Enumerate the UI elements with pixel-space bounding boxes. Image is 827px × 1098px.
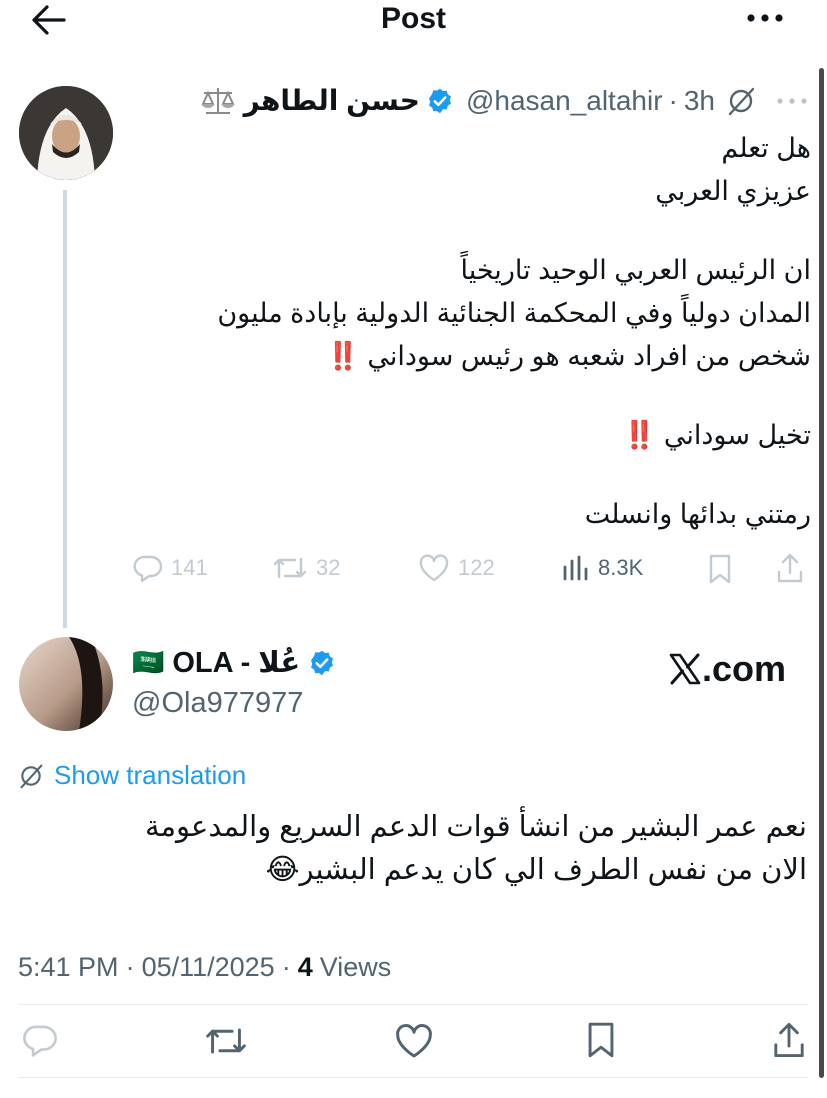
bottom-divider — [18, 1077, 808, 1078]
post-meta: 5:41 PM · 05/11/2025 · 4 Views — [18, 952, 391, 983]
share-icon[interactable] — [771, 1020, 807, 1060]
parent-tweet-text: هل تعلم عزيزي العربي ان الرئيس العربي ال… — [131, 127, 811, 536]
reply-count: 141 — [171, 555, 208, 580]
repost-icon — [272, 553, 308, 583]
scrollbar[interactable] — [819, 68, 824, 1078]
parent-handle[interactable]: @hasan_altahir — [466, 85, 663, 117]
tweet-line: المدان دولياً وفي المحكمة الجنائية الدول… — [217, 298, 811, 328]
tweet-line: نعم عمر البشير من انشأ قوات الدعم السريع… — [144, 811, 807, 843]
reply-tweet-text: نعم عمر البشير من انشأ قوات الدعم السريع… — [17, 806, 807, 892]
reply-avatar[interactable] — [19, 637, 113, 731]
views-stat[interactable]: 8.3K — [562, 553, 643, 583]
reply-display-name[interactable]: OLA - عُلا — [172, 645, 300, 680]
like-stat[interactable]: 122 — [418, 553, 495, 583]
tweet-line: الان من نفس الطرف الي كان يدعم البشير😂 — [17, 849, 807, 892]
more-options-icon[interactable] — [745, 6, 785, 30]
tweet-line-text: شخص من افراد شعبه هو رئيس سوداني — [367, 341, 811, 371]
dot-separator: · — [668, 84, 678, 116]
bookmark-icon[interactable] — [584, 1020, 618, 1060]
parent-avatar[interactable] — [19, 86, 113, 180]
reply-icon — [131, 553, 163, 583]
heart-icon[interactable] — [394, 1022, 434, 1060]
views-count: 8.3K — [598, 555, 644, 580]
repost-count: 32 — [316, 555, 341, 580]
show-translation-label: Show translation — [54, 760, 247, 790]
reply-name-row: 🇸🇦 OLA - عُلا — [132, 645, 336, 680]
reply-stat[interactable]: 141 — [131, 553, 208, 583]
translate-icon[interactable] — [726, 86, 756, 116]
tweet-line: شخص من افراد شعبه هو رئيس سوداني ‼️ — [131, 335, 811, 378]
analytics-icon — [562, 553, 590, 583]
tweet-line: عزيزي العربي — [655, 176, 811, 206]
scales-icon — [198, 85, 238, 117]
more-icon[interactable] — [776, 96, 808, 106]
double-exclamation-emoji: ‼️ — [622, 420, 659, 450]
verified-badge-icon — [426, 87, 454, 115]
tweet-line: هل تعلم — [721, 133, 811, 163]
saudi-flag-emoji: 🇸🇦 — [132, 647, 165, 677]
bookmark-icon[interactable] — [706, 553, 734, 585]
parent-time[interactable]: 3h — [684, 85, 715, 117]
parent-display-name[interactable]: حسن الطاهر — [244, 84, 420, 117]
verified-badge-icon — [308, 649, 336, 677]
share-icon[interactable] — [775, 552, 805, 584]
tweet-line: تخيل سوداني ‼️ — [131, 414, 811, 457]
laughing-emoji: 😂 — [265, 854, 300, 886]
post-time[interactable]: 5:41 PM — [18, 952, 119, 983]
show-translation-link[interactable]: Show translation — [18, 760, 246, 791]
like-count: 122 — [458, 555, 495, 580]
post-date[interactable]: 05/11/2025 — [142, 952, 275, 983]
page-title: Post — [380, 2, 446, 35]
tweet-line: رمتني بدائها وانسلت — [584, 499, 811, 529]
tweet-line: ان الرئيس العربي الوحيد تاريخياً — [460, 255, 812, 285]
dot-separator: · — [125, 952, 135, 982]
repost-stat[interactable]: 32 — [272, 553, 340, 583]
dot-separator: · — [281, 952, 291, 982]
watermark-text: .com — [702, 648, 787, 689]
thread-line — [63, 190, 67, 628]
tweet-line-text: تخيل سوداني — [663, 420, 811, 450]
double-exclamation-emoji: ‼️ — [326, 341, 362, 371]
heart-icon — [418, 553, 450, 583]
repost-icon[interactable] — [204, 1022, 248, 1060]
reply-icon[interactable] — [20, 1022, 58, 1058]
x-logo-icon — [668, 652, 702, 686]
translate-icon — [18, 763, 44, 789]
parent-header-row: حسن الطاهر @hasan_altahir · 3h — [198, 84, 715, 117]
reply-handle[interactable]: @Ola977977 — [132, 687, 303, 720]
views-label: Views — [319, 952, 392, 982]
tweet-line-text: الان من نفس الطرف الي كان يدعم البشير — [299, 854, 807, 886]
divider — [18, 1004, 808, 1005]
x-watermark: .com — [668, 648, 786, 690]
views-count: 4 — [297, 952, 313, 982]
